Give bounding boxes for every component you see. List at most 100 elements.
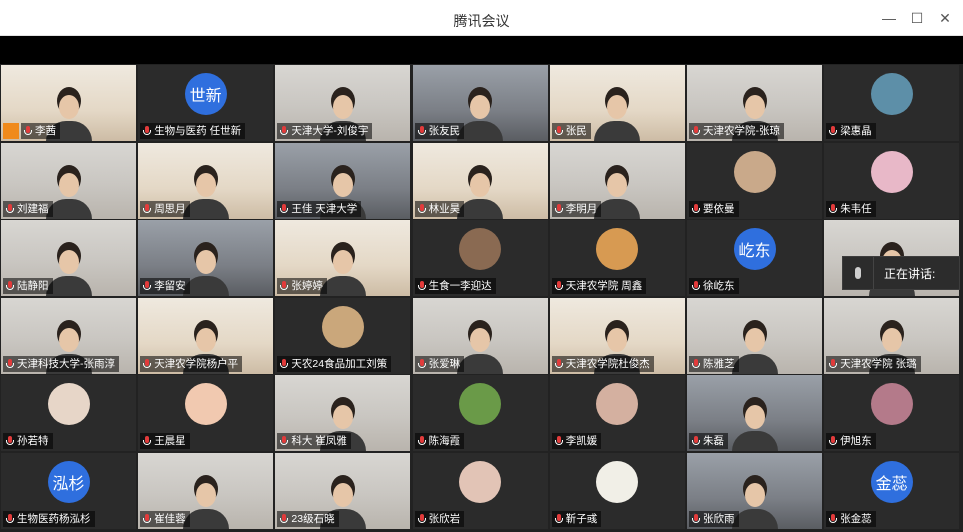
participant-name-label: 生食一李迎达 bbox=[414, 278, 496, 295]
participant-tile[interactable]: 李凯媛 bbox=[549, 375, 685, 452]
mic-muted-icon bbox=[142, 513, 152, 525]
participant-name-label: 伊旭东 bbox=[826, 433, 876, 450]
participant-tile[interactable]: 张友民 bbox=[412, 65, 548, 141]
maximize-button[interactable]: ☐ bbox=[906, 8, 928, 28]
participant-name-label: 张欣岩 bbox=[414, 511, 465, 527]
participant-tile[interactable]: 天津农学院-张琼 bbox=[687, 65, 822, 141]
mic-muted-icon bbox=[5, 203, 15, 215]
participant-tile[interactable]: 天津大学-刘俊宇 bbox=[275, 65, 411, 141]
participant-tile[interactable]: 生食一李迎达 bbox=[412, 220, 548, 297]
participant-tile[interactable]: 张婷婷 bbox=[275, 220, 411, 297]
mic-muted-icon bbox=[142, 358, 152, 370]
participant-name: 徐屹东 bbox=[703, 280, 735, 293]
participant-name-label: 要依曼 bbox=[689, 200, 739, 217]
participant-name-label: 梁惠晶 bbox=[826, 123, 876, 139]
participant-tile[interactable]: 屹东 徐屹东 bbox=[687, 220, 822, 297]
participant-tile[interactable]: 张欣雨 bbox=[687, 453, 822, 529]
mic-muted-icon bbox=[828, 203, 838, 215]
participant-name-label: 孙若特 bbox=[3, 433, 53, 450]
participant-name: 张爱琳 bbox=[428, 357, 461, 370]
participant-name: 天津农学院 张璐 bbox=[840, 357, 917, 370]
participant-tile[interactable]: 孙若特 bbox=[1, 375, 136, 452]
participant-name-label: 朱韦任 bbox=[826, 200, 876, 217]
participant-tile[interactable]: 陈雅芝 bbox=[687, 297, 822, 374]
participant-tile[interactable]: 梁惠晶 bbox=[824, 65, 960, 141]
participant-tile[interactable]: 张欣岩 bbox=[412, 453, 548, 529]
participant-tile[interactable]: 朱韦任 bbox=[824, 142, 960, 219]
participant-tile[interactable]: 张爱琳 bbox=[412, 297, 548, 374]
participant-tile[interactable]: 23级石晓 bbox=[275, 453, 411, 529]
mic-muted-icon bbox=[828, 435, 838, 447]
participant-name: 张金蕊 bbox=[840, 513, 872, 525]
participant-video bbox=[731, 401, 778, 452]
participant-name: 天农24食品加工刘策 bbox=[291, 357, 388, 370]
participant-name-label: 天津科技大学-张雨淳 bbox=[3, 355, 119, 372]
meeting-toolbar-strip bbox=[0, 36, 963, 64]
minimize-button[interactable]: — bbox=[878, 8, 900, 28]
participant-name: 梁惠晶 bbox=[840, 125, 872, 137]
participant-name-label: 靳子彧 bbox=[551, 511, 602, 527]
participant-name: 天津农学院杜俊杰 bbox=[565, 357, 650, 370]
participant-tile[interactable]: 靳子彧 bbox=[549, 453, 685, 529]
avatar bbox=[870, 383, 913, 426]
participant-tile[interactable]: 天津农学院 周鑫 bbox=[549, 220, 685, 297]
participant-tile[interactable]: 金蕊 张金蕊 bbox=[824, 453, 960, 529]
participant-tile[interactable]: 天津农学院 张璐 bbox=[824, 297, 960, 374]
participant-name-label: 23级石晓 bbox=[277, 511, 339, 527]
participant-name: 张民 bbox=[565, 125, 587, 137]
participant-name-label: 徐屹东 bbox=[689, 278, 739, 295]
mic-muted-icon bbox=[554, 203, 564, 215]
participant-tile[interactable]: 科大 崔凤雅 bbox=[275, 375, 411, 452]
participant-tile[interactable]: 林业昊 bbox=[412, 142, 548, 219]
avatar bbox=[733, 150, 776, 193]
participant-tile[interactable]: 泓杉 生物医药杨泓杉 bbox=[1, 453, 136, 529]
participant-tile[interactable]: 要依曼 bbox=[687, 142, 822, 219]
mic-muted-icon bbox=[554, 435, 564, 447]
participant-name: 天津农学院杨户平 bbox=[154, 357, 239, 370]
participant-tile[interactable]: 王佳 天津大学 bbox=[275, 142, 411, 219]
participant-name-label: 李茜 bbox=[21, 123, 60, 139]
participant-tile[interactable]: 李明月 bbox=[549, 142, 685, 219]
participant-name-label: 刘建福 bbox=[3, 200, 53, 217]
mic-muted-icon bbox=[279, 435, 289, 447]
participant-name-label: 林业昊 bbox=[414, 200, 465, 217]
participant-name: 陈雅芝 bbox=[703, 357, 735, 370]
participant-name-label: 周思月 bbox=[140, 200, 190, 217]
participant-tile[interactable]: 陈海霞 bbox=[412, 375, 548, 452]
participant-name: 张友民 bbox=[428, 125, 461, 137]
mic-muted-icon bbox=[23, 125, 33, 137]
mic-muted-icon bbox=[279, 203, 289, 215]
participant-tile[interactable]: 王晨星 bbox=[138, 375, 274, 452]
participant-name-label: 李凯媛 bbox=[551, 433, 602, 450]
participant-tile[interactable]: 朱磊 bbox=[687, 375, 822, 452]
avatar bbox=[596, 461, 639, 503]
mic-muted-icon bbox=[828, 358, 838, 370]
participant-video bbox=[594, 91, 641, 141]
avatar bbox=[870, 150, 913, 193]
participant-tile[interactable]: 天津科技大学-张雨淳 bbox=[1, 297, 136, 374]
participant-tile[interactable]: 天津农学院杜俊杰 bbox=[549, 297, 685, 374]
participant-tile[interactable]: 李留安 bbox=[138, 220, 274, 297]
participant-tile[interactable]: 天农24食品加工刘策 bbox=[275, 297, 411, 374]
speaking-indicator: 正在讲话: bbox=[842, 256, 960, 290]
close-button[interactable]: ✕ bbox=[934, 8, 956, 28]
participant-name: 王佳 天津大学 bbox=[291, 202, 358, 215]
mic-muted-icon bbox=[142, 203, 152, 215]
participant-name-label: 张民 bbox=[551, 123, 591, 139]
participant-name: 张婷婷 bbox=[291, 280, 323, 293]
participant-tile[interactable]: 陆静阳 bbox=[1, 220, 136, 297]
participant-name-label: 张金蕊 bbox=[826, 511, 876, 527]
mic-muted-icon bbox=[279, 280, 289, 292]
participant-tile[interactable]: 张民 bbox=[549, 65, 685, 141]
avatar bbox=[321, 305, 364, 348]
participant-tile[interactable]: 伊旭东 bbox=[824, 375, 960, 452]
participant-tile[interactable]: 李茜 bbox=[1, 65, 136, 141]
participant-tile[interactable]: 天津农学院杨户平 bbox=[138, 297, 274, 374]
participant-name-label: 朱磊 bbox=[689, 433, 728, 450]
participant-tile[interactable]: 周思月 bbox=[138, 142, 274, 219]
participant-name: 周思月 bbox=[154, 202, 186, 215]
participant-tile[interactable]: 崔佳蓉 bbox=[138, 453, 274, 529]
participant-tile[interactable]: 刘建福 bbox=[1, 142, 136, 219]
avatar bbox=[459, 461, 502, 503]
participant-tile[interactable]: 世新 生物与医药 任世新 bbox=[138, 65, 274, 141]
